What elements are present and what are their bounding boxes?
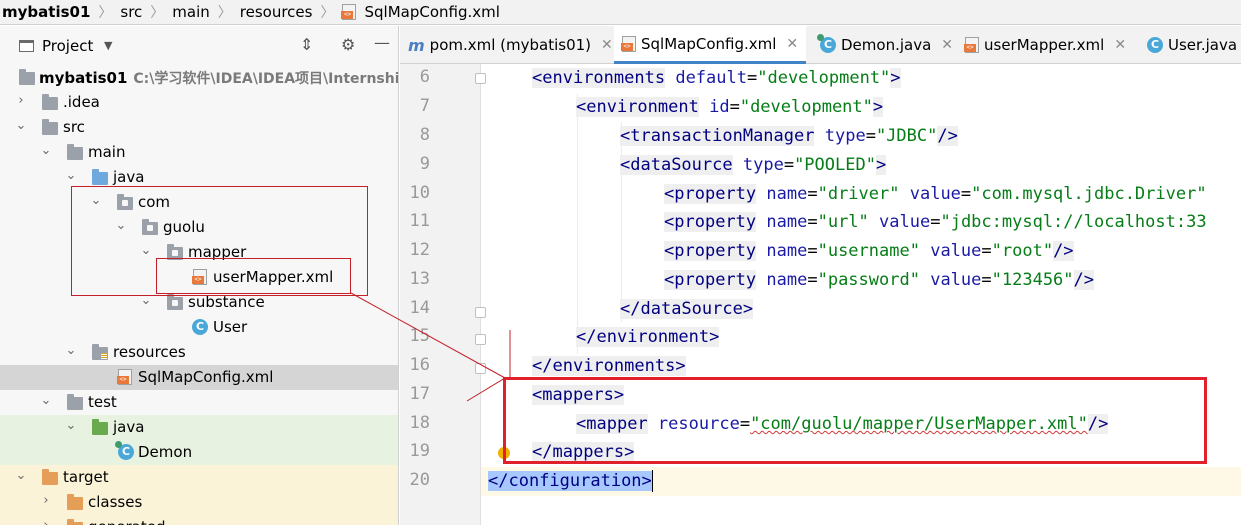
annotation-line — [466, 377, 506, 402]
annotation-line — [350, 292, 506, 379]
annotation-arrows — [350, 292, 511, 402]
